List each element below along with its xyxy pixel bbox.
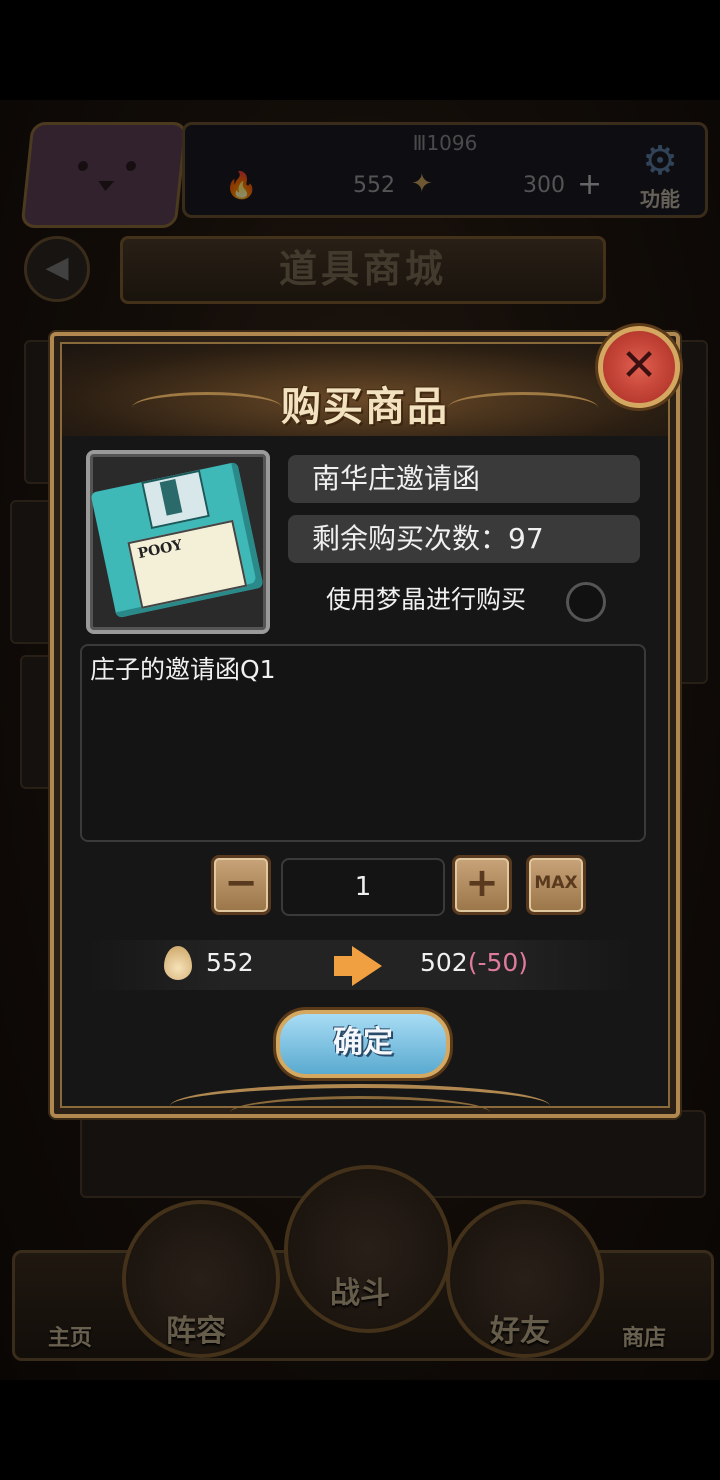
dream-crystal-radio[interactable]: [566, 582, 606, 622]
wing-ornament-inner: [230, 1096, 490, 1129]
max-button[interactable]: MAX: [526, 855, 586, 915]
cost-current: 552: [206, 948, 254, 977]
increase-button[interactable]: +: [452, 855, 512, 915]
quantity-input[interactable]: 1: [281, 858, 445, 916]
decrease-button[interactable]: −: [211, 855, 271, 915]
cost-delta: (-50): [467, 948, 529, 977]
cost-row: 552 502(-50): [86, 940, 636, 990]
close-button[interactable]: ✕: [598, 326, 680, 408]
floppy-label-text: POOY: [136, 537, 184, 563]
minus-icon: −: [224, 860, 258, 906]
cost-after: 502(-50): [420, 948, 528, 977]
cost-after-value: 502: [420, 948, 468, 977]
plus-icon: +: [465, 860, 499, 906]
item-description: 庄子的邀请函Q1: [90, 655, 276, 684]
dialog-title: 购买商品: [281, 384, 449, 430]
dialog-header: 购买商品: [62, 344, 668, 436]
currency-drop-icon: [164, 946, 192, 980]
floppy-label: POOY: [127, 519, 248, 609]
item-icon: POOY: [86, 450, 270, 634]
item-description-box: 庄子的邀请函Q1: [80, 644, 646, 842]
close-icon: ✕: [620, 340, 658, 391]
arrow-right-icon: [352, 946, 382, 986]
confirm-button[interactable]: 确定: [276, 1010, 450, 1078]
remaining-purchases: 剩余购买次数：97: [288, 515, 640, 563]
dream-crystal-label: 使用梦晶进行购买: [326, 585, 527, 614]
item-name: 南华庄邀请函: [288, 455, 640, 503]
floppy-disk-icon: POOY: [90, 461, 264, 619]
